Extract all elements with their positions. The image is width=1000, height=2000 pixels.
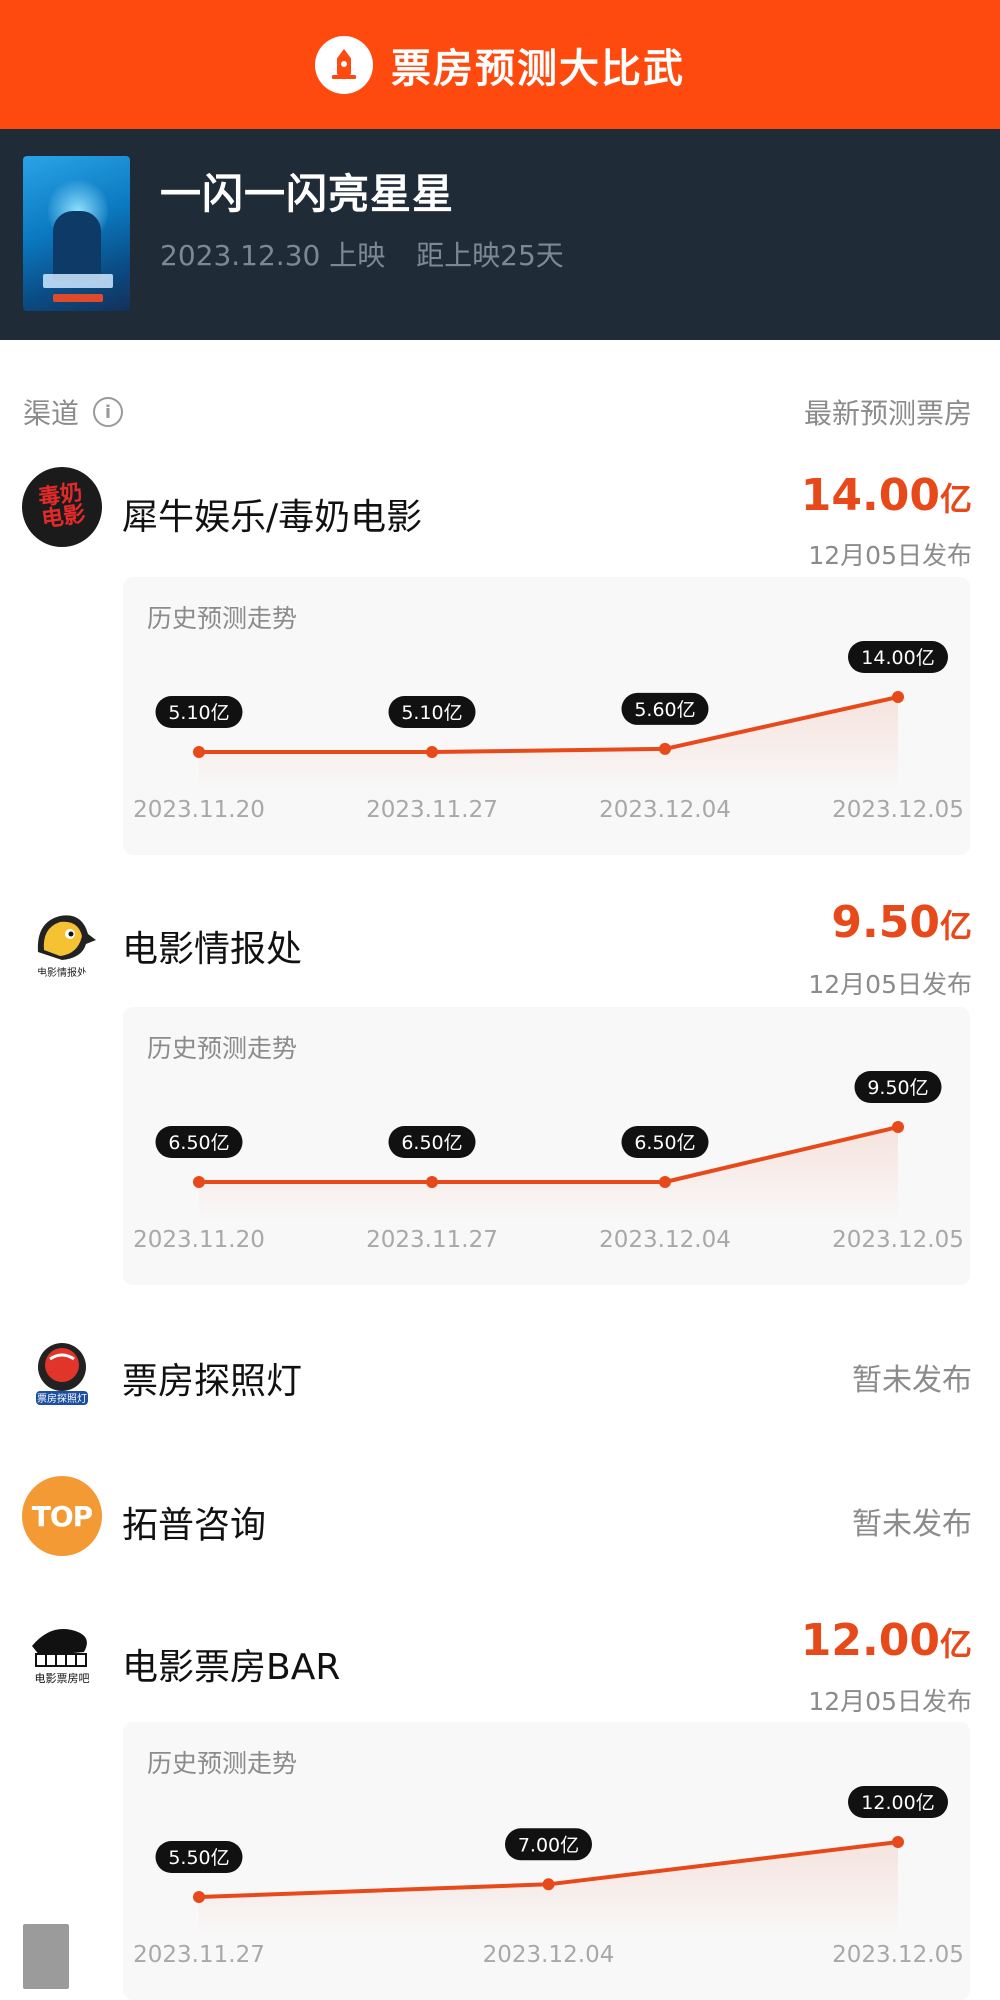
trend-point xyxy=(542,1878,555,1891)
info-icon[interactable]: i xyxy=(93,397,124,427)
release-countdown: 距上映25天 xyxy=(416,239,564,272)
value-label: 5.50亿 xyxy=(168,1847,229,1869)
channel-name: 犀牛娱乐/毒奶电影 xyxy=(122,497,423,538)
trend-chart: 历史预测走势 5.50亿 2023.11.27 7.00亿 2023.12.04 12.… xyxy=(123,1722,970,2000)
publish-date: 12月05日发布 xyxy=(808,541,972,570)
trend-point xyxy=(193,746,205,758)
trend-point xyxy=(892,691,904,703)
x-tick-label: 2023.12.04 xyxy=(599,1227,731,1253)
trend-area xyxy=(199,697,898,792)
value-label: 5.10亿 xyxy=(401,702,462,724)
trend-chart: 历史预测走势 5.10亿 2023.11.20 5.10亿 2023.11.27 5.6… xyxy=(123,577,970,855)
release-date: 2023.12.30 上映 xyxy=(160,239,386,272)
channel-name: 电影情报处 xyxy=(122,929,303,970)
top-logo: TOP xyxy=(22,1476,102,1556)
x-tick-label: 2023.11.20 xyxy=(133,1227,265,1253)
dunai-logo: 毒奶 电影 xyxy=(22,467,102,547)
trend-point xyxy=(426,1176,438,1188)
movie-release-info: 2023.12.30 上映 距上映25天 xyxy=(160,234,586,274)
value-label: 5.60亿 xyxy=(634,699,695,721)
value-label: 5.10亿 xyxy=(168,702,229,724)
table-header: 渠道 i 最新预测票房 xyxy=(23,392,972,432)
status-not-published: 暂未发布 xyxy=(852,1363,972,1398)
x-tick-label: 2023.12.05 xyxy=(832,797,964,823)
x-tick-label: 2023.12.05 xyxy=(832,1227,964,1253)
piano-bar-logo: 电影票房吧 xyxy=(22,1616,102,1696)
top-bar: 票房预测大比武 xyxy=(0,0,1000,129)
value-label: 12.00亿 xyxy=(861,1792,934,1814)
svg-text:电影票房吧: 电影票房吧 xyxy=(35,1672,90,1685)
scroll-handle[interactable] xyxy=(23,1924,69,1989)
value-label: 6.50亿 xyxy=(401,1132,462,1154)
value-label: 9.50亿 xyxy=(867,1077,928,1099)
trend-area xyxy=(199,1127,898,1222)
publish-date: 12月05日发布 xyxy=(808,970,972,999)
trend-point xyxy=(193,1176,205,1188)
trend-point xyxy=(426,746,438,758)
lighthouse-icon xyxy=(315,35,373,94)
channel-name: 电影票房BAR xyxy=(122,1647,341,1688)
trend-point xyxy=(659,1176,671,1188)
x-tick-label: 2023.11.20 xyxy=(133,797,265,823)
x-tick-label: 2023.11.27 xyxy=(366,1227,498,1253)
trend-point xyxy=(892,1121,904,1133)
trend-svg: 5.10亿 2023.11.20 5.10亿 2023.11.27 5.60亿 2023.… xyxy=(133,641,964,823)
trend-svg: 6.50亿 2023.11.20 6.50亿 2023.11.27 6.50亿 2023.… xyxy=(133,1071,964,1253)
value-label: 6.50亿 xyxy=(634,1132,695,1154)
channel-header-label: 渠道 xyxy=(23,397,80,430)
status-not-published: 暂未发布 xyxy=(852,1507,972,1542)
channel-name: 票房探照灯 xyxy=(122,1361,303,1402)
x-tick-label: 2023.11.27 xyxy=(133,1942,265,1968)
forecast-value: 14.00亿 xyxy=(800,470,972,521)
movie-title: 一闪一闪亮星星 xyxy=(160,170,454,218)
channel-name: 拓普咨询 xyxy=(122,1505,267,1546)
x-tick-label: 2023.12.04 xyxy=(599,797,731,823)
spotlight-logo: 票房探照灯 xyxy=(22,1333,102,1413)
x-tick-label: 2023.12.05 xyxy=(832,1942,964,1968)
trend-point xyxy=(659,742,671,755)
value-label: 6.50亿 xyxy=(168,1132,229,1154)
x-tick-label: 2023.12.04 xyxy=(483,1942,615,1968)
trend-svg: 5.50亿 2023.11.27 7.00亿 2023.12.04 12.00亿 2023… xyxy=(133,1786,964,1968)
publish-date: 12月05日发布 xyxy=(808,1687,972,1716)
movie-poster[interactable] xyxy=(23,156,130,311)
value-label: 7.00亿 xyxy=(518,1834,579,1856)
svg-text:票房探照灯: 票房探照灯 xyxy=(37,1392,87,1405)
page-title: 票房预测大比武 xyxy=(391,45,685,92)
value-label: 14.00亿 xyxy=(861,647,934,669)
x-tick-label: 2023.11.27 xyxy=(366,797,498,823)
bird-logo: 电影情报处 xyxy=(22,900,102,980)
trend-point xyxy=(892,1836,904,1848)
latest-forecast-header: 最新预测票房 xyxy=(803,397,972,430)
trend-point xyxy=(193,1891,205,1903)
forecast-value: 9.50亿 xyxy=(831,897,972,948)
trend-chart: 历史预测走势 6.50亿 2023.11.20 6.50亿 2023.11.27 6.5… xyxy=(123,1007,970,1285)
forecast-value: 12.00亿 xyxy=(800,1615,972,1666)
